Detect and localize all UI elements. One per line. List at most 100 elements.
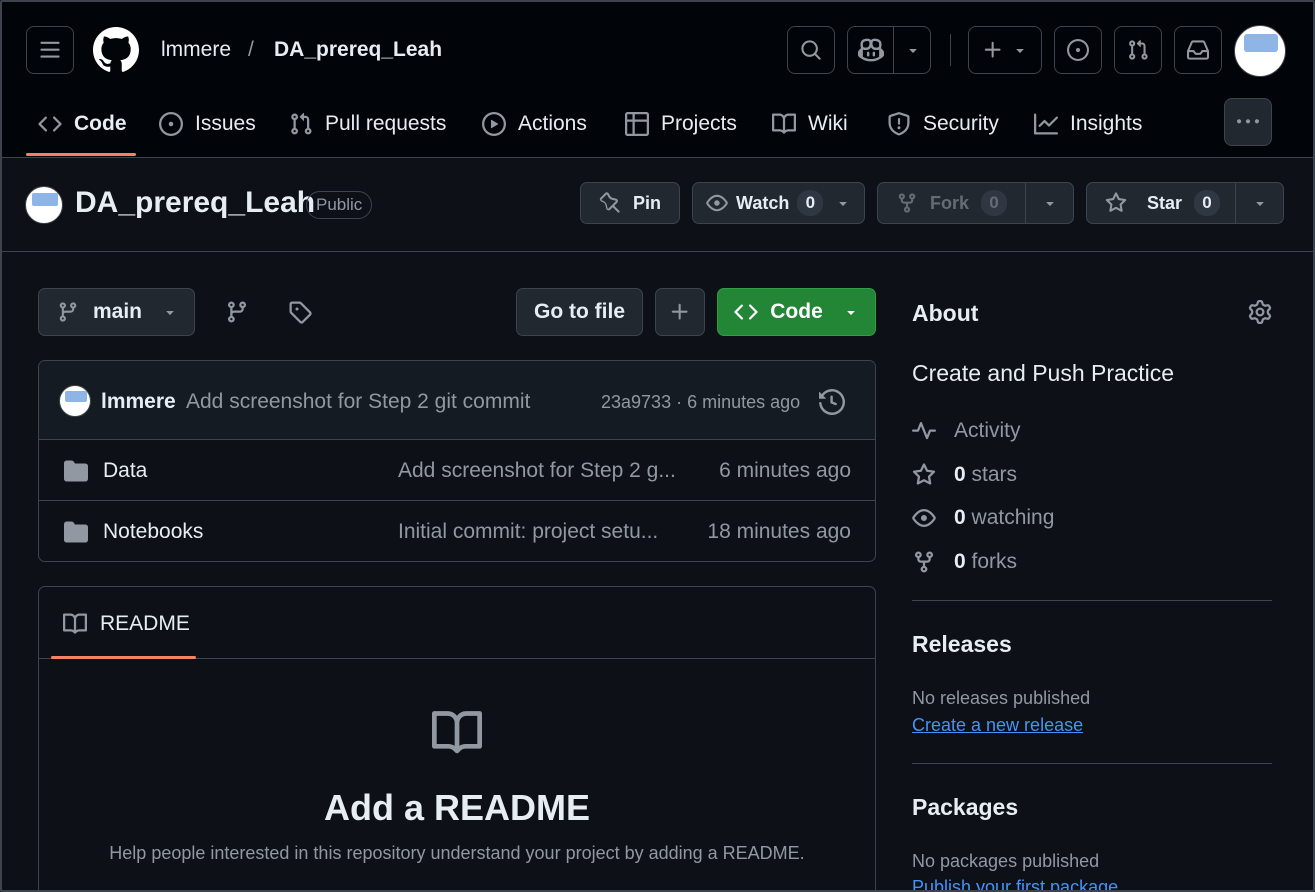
add-file-button[interactable] bbox=[655, 288, 705, 336]
user-avatar[interactable] bbox=[1234, 25, 1286, 77]
tab-label: Code bbox=[74, 112, 127, 135]
eye-icon bbox=[912, 509, 936, 527]
code-dropdown-button[interactable]: Code bbox=[717, 288, 876, 336]
issue-icon bbox=[159, 112, 183, 136]
readme-tab[interactable]: README bbox=[100, 612, 190, 636]
commit-meta[interactable]: 23a9733 · 6 minutes ago bbox=[601, 392, 800, 413]
more-tabs-button[interactable] bbox=[1224, 98, 1272, 146]
stars-label: stars bbox=[971, 463, 1018, 486]
tab-insights[interactable]: Insights bbox=[1034, 104, 1142, 144]
branch-selector[interactable]: main bbox=[38, 288, 195, 336]
tab-wiki[interactable]: Wiki bbox=[772, 104, 848, 144]
pulse-icon bbox=[912, 422, 936, 440]
table-icon bbox=[625, 112, 649, 136]
global-header: lmmere / DA_prereq_Leah Code Issues Pull… bbox=[0, 0, 1315, 158]
commit-author[interactable]: lmmere bbox=[101, 390, 176, 414]
about-description: Create and Push Practice bbox=[912, 360, 1175, 386]
tab-issues[interactable]: Issues bbox=[159, 104, 256, 144]
file-name[interactable]: Notebooks bbox=[103, 520, 203, 544]
create-release-link[interactable]: Create a new release bbox=[912, 715, 1083, 736]
tab-label: Insights bbox=[1070, 112, 1143, 135]
shield-icon bbox=[888, 112, 910, 136]
create-new-button[interactable] bbox=[968, 26, 1042, 74]
tags-link[interactable] bbox=[288, 300, 312, 324]
chevron-down-icon bbox=[1046, 202, 1054, 206]
forks-link[interactable]: 0 forks bbox=[912, 548, 1017, 576]
activity-link[interactable]: Activity bbox=[912, 417, 1021, 445]
readme-panel: README Add a README Help people interest… bbox=[38, 586, 876, 892]
repo-title[interactable]: DA_prereq_Leah bbox=[75, 186, 315, 220]
tab-label: Projects bbox=[661, 112, 737, 135]
file-name[interactable]: Data bbox=[103, 459, 147, 483]
readme-description: Help people interested in this repositor… bbox=[109, 843, 805, 863]
star-icon bbox=[1105, 192, 1127, 212]
divider bbox=[912, 763, 1272, 764]
active-tab-indicator bbox=[26, 153, 136, 156]
tab-projects[interactable]: Projects bbox=[625, 104, 737, 144]
code-icon bbox=[734, 304, 758, 320]
packages-heading[interactable]: Packages bbox=[912, 794, 1018, 821]
chevron-down-icon bbox=[839, 202, 847, 206]
breadcrumb-separator: / bbox=[248, 38, 254, 61]
branches-link[interactable] bbox=[225, 300, 249, 324]
plus-icon bbox=[984, 41, 1001, 58]
divider bbox=[912, 600, 1272, 601]
watching-link[interactable]: 0 watching bbox=[912, 504, 1054, 532]
go-to-file-button[interactable]: Go to file bbox=[516, 288, 643, 336]
github-logo-icon[interactable] bbox=[93, 27, 139, 73]
star-button[interactable]: Star 0 bbox=[1086, 182, 1284, 224]
table-row[interactable]: Notebooks Initial commit: project setu..… bbox=[39, 501, 875, 561]
breadcrumb-repo[interactable]: DA_prereq_Leah bbox=[274, 38, 442, 62]
pull-request-icon bbox=[1129, 39, 1148, 60]
code-button-label: Code bbox=[770, 300, 823, 323]
releases-empty: No releases published bbox=[912, 688, 1091, 708]
fork-icon bbox=[915, 551, 933, 573]
owner-avatar[interactable] bbox=[25, 186, 63, 224]
file-time: 18 minutes ago bbox=[707, 520, 851, 543]
publish-package-link[interactable]: Publish your first package bbox=[912, 877, 1118, 892]
tab-pull-requests[interactable]: Pull requests bbox=[289, 104, 446, 144]
tab-security[interactable]: Security bbox=[887, 104, 999, 144]
forks-count: 0 bbox=[954, 550, 966, 573]
watch-button[interactable]: Watch 0 bbox=[692, 182, 865, 224]
fork-button[interactable]: Fork 0 bbox=[877, 182, 1074, 224]
star-count: 0 bbox=[1194, 190, 1221, 216]
graph-icon bbox=[1034, 113, 1058, 135]
file-commit-message[interactable]: Add screenshot for Step 2 g... bbox=[398, 459, 676, 483]
visibility-badge: Public bbox=[306, 191, 373, 219]
issues-button[interactable] bbox=[1054, 26, 1102, 74]
breadcrumb-owner[interactable]: lmmere bbox=[161, 38, 231, 62]
inbox-button[interactable] bbox=[1174, 26, 1222, 74]
divider bbox=[0, 251, 1315, 252]
commit-author-avatar[interactable] bbox=[59, 385, 91, 417]
table-row[interactable]: Data Add screenshot for Step 2 g... 6 mi… bbox=[39, 440, 875, 501]
search-button[interactable] bbox=[787, 26, 835, 74]
file-list: lmmere Add screenshot for Step 2 git com… bbox=[38, 360, 876, 562]
active-tab-indicator bbox=[51, 656, 196, 659]
star-label: Star bbox=[1147, 192, 1183, 213]
menu-button[interactable] bbox=[26, 26, 74, 74]
file-commit-message[interactable]: Initial commit: project setu... bbox=[398, 520, 658, 544]
pin-button[interactable]: Pin bbox=[580, 182, 680, 224]
about-heading: About bbox=[912, 300, 979, 326]
pull-requests-button[interactable] bbox=[1114, 26, 1162, 74]
readme-header: README bbox=[39, 587, 875, 659]
releases-heading[interactable]: Releases bbox=[912, 631, 1012, 658]
stars-link[interactable]: 0 stars bbox=[912, 461, 1017, 489]
tab-label: Issues bbox=[195, 112, 256, 135]
star-icon bbox=[912, 463, 936, 485]
tab-code[interactable]: Code bbox=[38, 104, 127, 144]
gear-icon[interactable] bbox=[1248, 300, 1272, 324]
chevron-down-icon bbox=[1256, 202, 1264, 206]
activity-label: Activity bbox=[954, 419, 1021, 442]
commit-message[interactable]: Add screenshot for Step 2 git commit bbox=[186, 390, 530, 414]
copilot-icon bbox=[858, 38, 884, 62]
tab-actions[interactable]: Actions bbox=[482, 104, 587, 144]
branch-name: main bbox=[93, 300, 143, 323]
plus-icon bbox=[671, 303, 688, 320]
copilot-button[interactable] bbox=[847, 26, 931, 74]
branch-icon bbox=[59, 302, 77, 322]
code-icon bbox=[38, 116, 62, 132]
tab-label: Wiki bbox=[808, 112, 848, 135]
history-icon[interactable] bbox=[819, 389, 845, 415]
